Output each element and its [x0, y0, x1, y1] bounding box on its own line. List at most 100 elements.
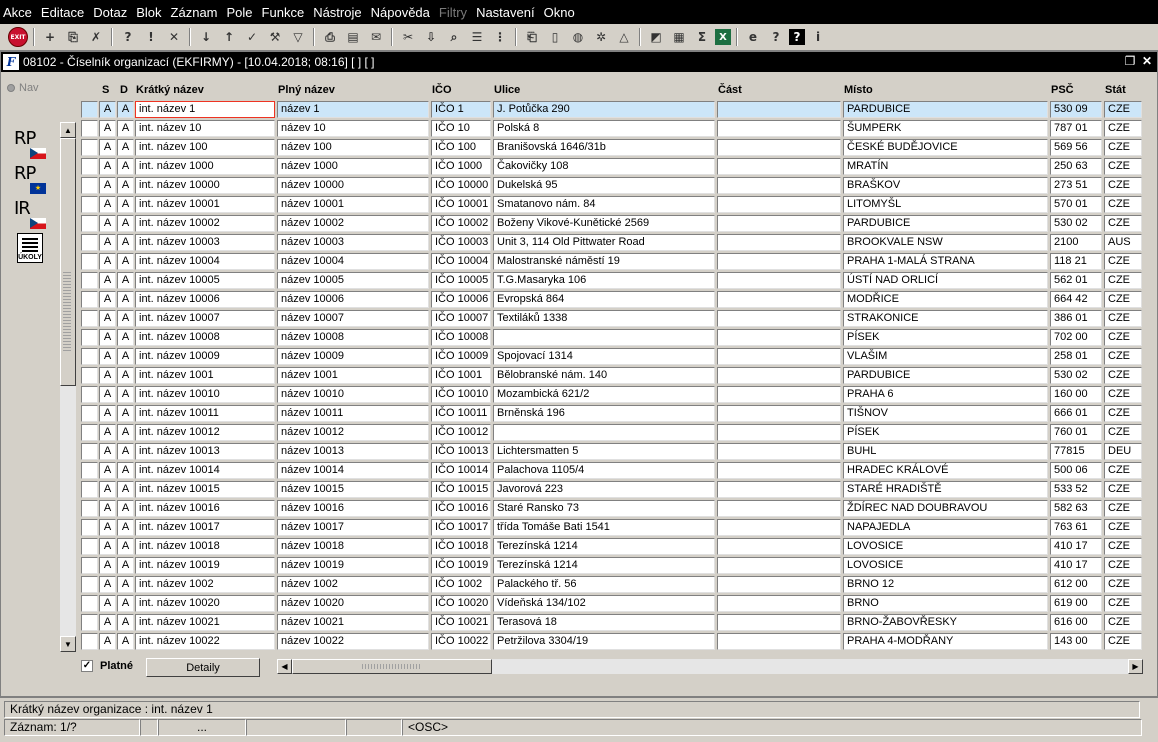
- zip-cell[interactable]: 250 63: [1050, 158, 1102, 175]
- part-cell[interactable]: [717, 576, 841, 593]
- part-cell[interactable]: [717, 443, 841, 460]
- city-cell[interactable]: STRAKONICE: [843, 310, 1048, 327]
- zip-cell[interactable]: 143 00: [1050, 633, 1102, 650]
- part-cell[interactable]: [717, 557, 841, 574]
- street-cell[interactable]: Staré Ransko 73: [493, 500, 715, 517]
- row-marker[interactable]: [81, 348, 98, 365]
- table-row[interactable]: A Aint. název 10015 název 10015 IČO 10015 Ja…: [81, 480, 1143, 499]
- part-cell[interactable]: [717, 101, 841, 118]
- row-marker[interactable]: [81, 139, 98, 156]
- part-cell[interactable]: [717, 481, 841, 498]
- street-cell[interactable]: Čakovičky 108: [493, 158, 715, 175]
- status-d-cell[interactable]: A: [117, 253, 134, 270]
- row-marker[interactable]: [81, 310, 98, 327]
- country-cell[interactable]: CZE: [1104, 519, 1142, 536]
- row-marker[interactable]: [81, 253, 98, 270]
- status-d-cell[interactable]: A: [117, 234, 134, 251]
- part-cell[interactable]: [717, 139, 841, 156]
- city-cell[interactable]: HRADEC KRÁLOVÉ: [843, 462, 1048, 479]
- short-name-cell[interactable]: int. název 10002: [135, 215, 275, 232]
- status-s-cell[interactable]: A: [99, 291, 116, 308]
- hscroll-thumb[interactable]: [292, 659, 492, 674]
- status-s-cell[interactable]: A: [99, 424, 116, 441]
- row-marker[interactable]: [81, 405, 98, 422]
- status-s-cell[interactable]: A: [99, 139, 116, 156]
- status-s-cell[interactable]: A: [99, 310, 116, 327]
- full-name-cell[interactable]: název 10015: [277, 481, 429, 498]
- city-cell[interactable]: BUHL: [843, 443, 1048, 460]
- status-d-cell[interactable]: A: [117, 614, 134, 631]
- part-cell[interactable]: [717, 253, 841, 270]
- menu-item-4[interactable]: Záznam: [170, 5, 219, 20]
- status-s-cell[interactable]: A: [99, 462, 116, 479]
- short-name-cell[interactable]: int. název 10001: [135, 196, 275, 213]
- table-row[interactable]: A Aint. název 10021 název 10021 IČO 10021 Te…: [81, 613, 1143, 632]
- ico-cell[interactable]: IČO 10013: [431, 443, 491, 460]
- city-cell[interactable]: BRNO: [843, 595, 1048, 612]
- status-s-cell[interactable]: A: [99, 443, 116, 460]
- full-name-cell[interactable]: název 10020: [277, 595, 429, 612]
- full-name-cell[interactable]: název 10: [277, 120, 429, 137]
- table-row[interactable]: A Aint. název 10008 název 10008 IČO 10008 PÍ…: [81, 328, 1143, 347]
- short-name-cell[interactable]: int. název 10004: [135, 253, 275, 270]
- cut-icon[interactable]: ✂: [398, 27, 418, 47]
- row-marker[interactable]: [81, 519, 98, 536]
- warning-icon[interactable]: △: [614, 27, 634, 47]
- status-d-cell[interactable]: A: [117, 424, 134, 441]
- country-cell[interactable]: CZE: [1104, 177, 1142, 194]
- col-header-s[interactable]: S: [101, 82, 118, 99]
- ico-cell[interactable]: IČO 10: [431, 120, 491, 137]
- part-cell[interactable]: [717, 234, 841, 251]
- sort-descending-icon[interactable]: ↑: [219, 27, 239, 47]
- short-name-cell[interactable]: int. název 10018: [135, 538, 275, 555]
- full-name-cell[interactable]: název 10017: [277, 519, 429, 536]
- zip-cell[interactable]: 273 51: [1050, 177, 1102, 194]
- full-name-cell[interactable]: název 10001: [277, 196, 429, 213]
- full-name-cell[interactable]: název 10012: [277, 424, 429, 441]
- street-cell[interactable]: Terezínská 1214: [493, 557, 715, 574]
- ico-cell[interactable]: IČO 1000: [431, 158, 491, 175]
- short-name-cell[interactable]: int. název 10008: [135, 329, 275, 346]
- table-row[interactable]: A Aint. název 10 název 10 IČO 10 Polská 8 ŠUM…: [81, 119, 1143, 138]
- status-d-cell[interactable]: A: [117, 177, 134, 194]
- row-marker[interactable]: [81, 633, 98, 650]
- city-cell[interactable]: STARÉ HRADIŠTĚ: [843, 481, 1048, 498]
- row-marker[interactable]: [81, 538, 98, 555]
- help-icon[interactable]: ?: [789, 29, 805, 45]
- full-name-cell[interactable]: název 10008: [277, 329, 429, 346]
- full-name-cell[interactable]: název 10014: [277, 462, 429, 479]
- row-marker[interactable]: [81, 367, 98, 384]
- scroll-up-icon[interactable]: ▲: [60, 122, 76, 138]
- row-marker[interactable]: [81, 595, 98, 612]
- col-header-street[interactable]: Ulice: [493, 82, 715, 99]
- zip-cell[interactable]: 410 17: [1050, 557, 1102, 574]
- browser-icon[interactable]: e: [743, 27, 763, 47]
- country-cell[interactable]: CZE: [1104, 139, 1142, 156]
- ico-cell[interactable]: IČO 10014: [431, 462, 491, 479]
- city-cell[interactable]: ŽDÍREC NAD DOUBRAVOU: [843, 500, 1048, 517]
- short-name-cell[interactable]: int. název 10020: [135, 595, 275, 612]
- chart-icon[interactable]: ◩: [646, 27, 666, 47]
- rp-cz-button[interactable]: RP: [14, 128, 48, 160]
- nav-radio[interactable]: Nav: [7, 82, 39, 94]
- status-s-cell[interactable]: A: [99, 614, 116, 631]
- ir-cz-button[interactable]: IR: [14, 198, 48, 230]
- sum-icon[interactable]: Σ: [692, 27, 712, 47]
- row-marker[interactable]: [81, 196, 98, 213]
- city-cell[interactable]: BRNO 12: [843, 576, 1048, 593]
- tools-icon[interactable]: ⚒: [265, 27, 285, 47]
- short-name-cell[interactable]: int. název 10022: [135, 633, 275, 650]
- full-name-cell[interactable]: název 10022: [277, 633, 429, 650]
- short-name-cell[interactable]: int. název 10: [135, 120, 275, 137]
- zip-cell[interactable]: 616 00: [1050, 614, 1102, 631]
- send-mail-icon[interactable]: ✉: [366, 27, 386, 47]
- sort-ascending-icon[interactable]: ↓: [196, 27, 216, 47]
- status-d-cell[interactable]: A: [117, 101, 134, 118]
- row-marker[interactable]: [81, 120, 98, 137]
- city-cell[interactable]: PÍSEK: [843, 424, 1048, 441]
- zip-cell[interactable]: 258 01: [1050, 348, 1102, 365]
- country-cell[interactable]: CZE: [1104, 538, 1142, 555]
- zip-cell[interactable]: 118 21: [1050, 253, 1102, 270]
- street-cell[interactable]: Evropská 864: [493, 291, 715, 308]
- street-cell[interactable]: třída Tomáše Bati 1541: [493, 519, 715, 536]
